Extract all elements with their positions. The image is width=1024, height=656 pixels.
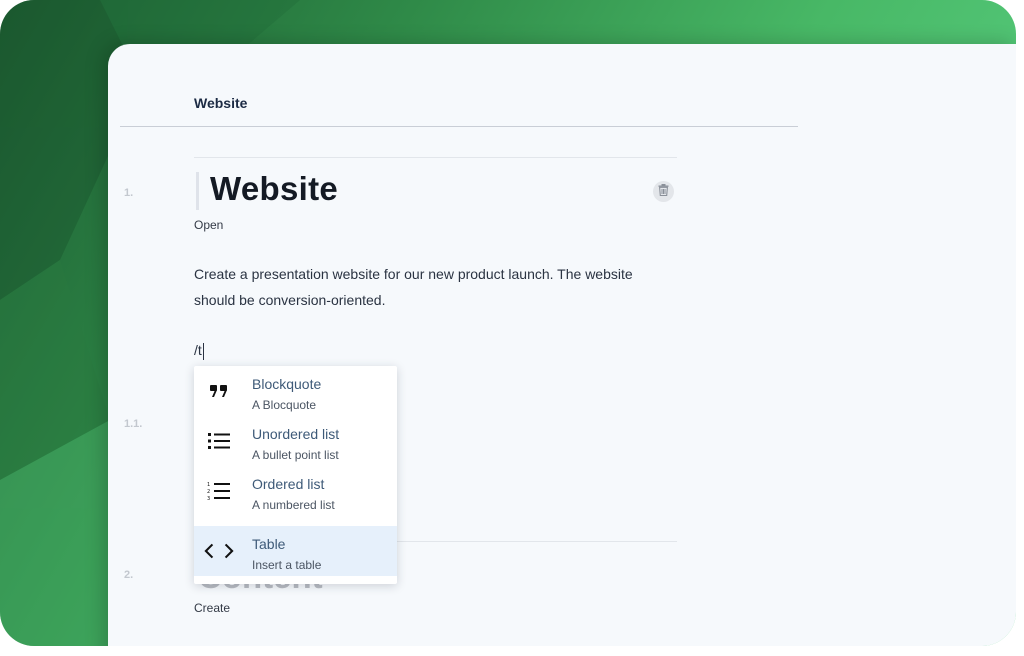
menu-item-description: Insert a table [252, 558, 322, 572]
bullet-list-icon [204, 428, 234, 454]
page-title[interactable]: Website [210, 170, 338, 208]
menu-item-description: A Blocquote [252, 398, 317, 412]
numbered-list-icon: 1 2 3 [204, 478, 234, 504]
svg-text:3: 3 [207, 496, 210, 501]
app-background: Website 1. Website Open Create a present… [0, 0, 1016, 646]
text-caret [202, 342, 204, 360]
menu-item-label: Ordered list [252, 476, 325, 492]
menu-item-blockquote[interactable]: Blockquote A Blocquote [194, 366, 397, 416]
command-text: /t [194, 342, 202, 358]
quote-icon [204, 378, 234, 404]
breadcrumb-divider [120, 126, 798, 127]
svg-text:2: 2 [207, 489, 210, 495]
slash-command-menu: Blockquote A Blocquote Unordered list A … [194, 366, 397, 584]
trash-icon [658, 183, 669, 201]
menu-item-ordered-list[interactable]: 1 2 3 Ordered list A numbered list [194, 466, 397, 516]
section-number: 2. [124, 569, 134, 581]
status-label[interactable]: Open [194, 218, 223, 232]
menu-item-label: Blockquote [252, 376, 322, 392]
section-divider [194, 157, 677, 158]
menu-item-table[interactable]: Table Insert a table [194, 526, 397, 576]
menu-item-description: A numbered list [252, 498, 335, 512]
status-label[interactable]: Create [194, 601, 230, 615]
section-description[interactable]: Create a presentation website for our ne… [194, 261, 674, 313]
menu-item-unordered-list[interactable]: Unordered list A bullet point list [194, 416, 397, 466]
menu-item-label: Table [252, 536, 286, 552]
code-brackets-icon [204, 538, 234, 564]
menu-item-label: Unordered list [252, 426, 340, 442]
delete-button[interactable] [653, 181, 674, 202]
editor-window: Website 1. Website Open Create a present… [108, 44, 1016, 646]
section-number: 1.1. [124, 418, 143, 430]
title-indicator [196, 172, 199, 210]
breadcrumb[interactable]: Website [194, 95, 247, 111]
menu-item-description: A bullet point list [252, 448, 339, 462]
svg-text:1: 1 [207, 482, 210, 488]
editor-command-line[interactable]: /t [194, 342, 204, 360]
section-number: 1. [124, 187, 134, 199]
